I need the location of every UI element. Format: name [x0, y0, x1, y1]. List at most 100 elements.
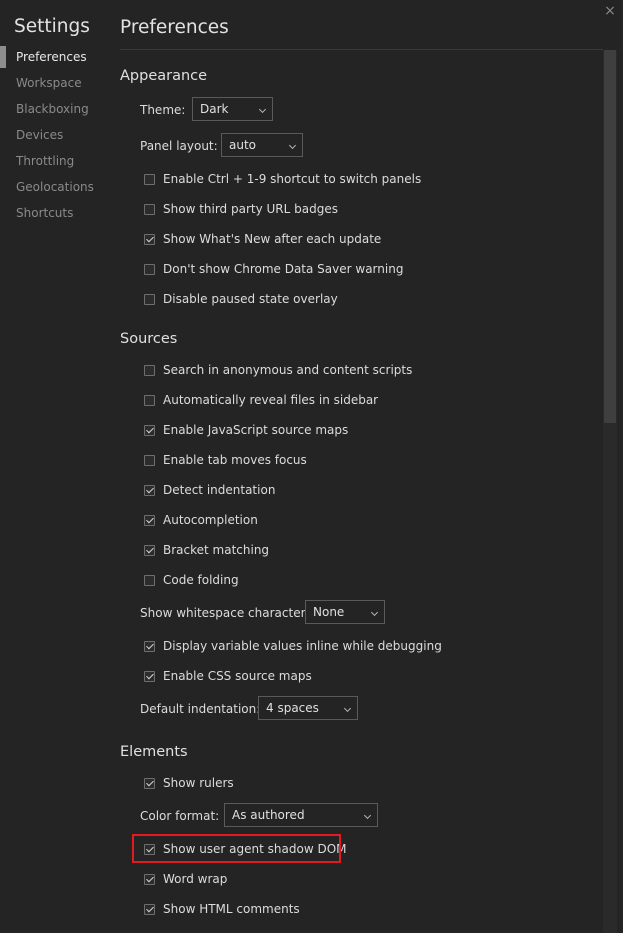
checkbox-show-rulers[interactable]: Show rulers: [144, 773, 234, 793]
sidebar-item-throttling[interactable]: Throttling: [0, 150, 110, 172]
checkbox-label: Show user agent shadow DOM: [163, 842, 347, 856]
checkbox-label: Show HTML comments: [163, 902, 300, 916]
checkbox-label: Bracket matching: [163, 543, 270, 557]
color-format-select-value: As authored: [232, 808, 305, 822]
checkbox-box[interactable]: [144, 173, 155, 185]
checkbox-bracket-matching[interactable]: Bracket matching: [144, 540, 269, 560]
theme-label: Theme:: [140, 103, 186, 117]
checkbox-box[interactable]: [144, 514, 155, 526]
panel-layout-select-value: auto: [229, 138, 257, 152]
whitespace-label: Show whitespace characters:: [140, 606, 316, 620]
checkbox-label: Disable paused state overlay: [163, 292, 338, 306]
checkbox-box[interactable]: [144, 424, 155, 436]
checkbox-box[interactable]: [144, 364, 155, 376]
checkbox-inline-values[interactable]: Display variable values inline while deb…: [144, 636, 442, 656]
checkbox-js-source-maps[interactable]: Enable JavaScript source maps: [144, 420, 348, 440]
checkbox-data-saver[interactable]: Don't show Chrome Data Saver warning: [144, 259, 403, 279]
chevron-down-icon: [343, 704, 352, 713]
whitespace-select-value: None: [313, 605, 345, 619]
checkbox-html-comments[interactable]: Show HTML comments: [144, 899, 300, 919]
checkbox-box[interactable]: [144, 233, 155, 245]
checkbox-label: Enable tab moves focus: [163, 453, 307, 467]
checkbox-detect-indentation[interactable]: Detect indentation: [144, 480, 275, 500]
section-title-elements: Elements: [120, 744, 188, 760]
checkbox-label: Word wrap: [163, 872, 228, 886]
sidebar-item-blackboxing[interactable]: Blackboxing: [0, 98, 110, 120]
checkbox-label: Code folding: [163, 573, 239, 587]
color-format-setting: Color format:: [140, 803, 219, 829]
checkbox-autocompletion[interactable]: Autocompletion: [144, 510, 258, 530]
sidebar-item-devices[interactable]: Devices: [0, 124, 110, 146]
panel-layout-label: Panel layout:: [140, 139, 218, 153]
checkbox-code-folding[interactable]: Code folding: [144, 570, 239, 590]
preferences-panel: Preferences Appearance Theme: Dark Panel…: [120, 0, 603, 933]
chevron-down-icon: [370, 608, 379, 617]
checkbox-user-agent-shadow-dom[interactable]: Show user agent shadow DOM: [144, 839, 347, 859]
checkbox-whats-new[interactable]: Show What's New after each update: [144, 229, 381, 249]
title-divider: [120, 49, 603, 50]
whitespace-select[interactable]: None: [305, 600, 385, 624]
checkbox-label: Enable JavaScript source maps: [163, 423, 349, 437]
chevron-down-icon: [258, 105, 267, 114]
checkbox-box[interactable]: [144, 293, 155, 305]
section-title-appearance: Appearance: [120, 68, 208, 84]
panel-layout-setting: Panel layout:: [140, 133, 218, 159]
checkbox-paused-overlay[interactable]: Disable paused state overlay: [144, 289, 338, 309]
page-title: Preferences: [120, 17, 229, 38]
checkbox-word-wrap[interactable]: Word wrap: [144, 869, 227, 889]
checkbox-box[interactable]: [144, 484, 155, 496]
sidebar-item-preferences[interactable]: Preferences: [0, 46, 110, 68]
sidebar-item-workspace[interactable]: Workspace: [0, 72, 110, 94]
checkbox-label: Search in anonymous and content scripts: [163, 363, 413, 377]
checkbox-label: Enable Ctrl + 1-9 shortcut to switch pan…: [163, 172, 422, 186]
checkbox-label: Autocompletion: [163, 513, 258, 527]
indentation-label: Default indentation:: [140, 702, 261, 716]
checkbox-box[interactable]: [144, 544, 155, 556]
scrollbar-thumb[interactable]: [604, 50, 616, 423]
checkbox-reveal-files[interactable]: Automatically reveal files in sidebar: [144, 390, 378, 410]
sidebar-item-shortcuts[interactable]: Shortcuts: [0, 202, 110, 224]
indentation-select-value: 4 spaces: [266, 701, 319, 715]
checkbox-tab-moves-focus[interactable]: Enable tab moves focus: [144, 450, 307, 470]
theme-select[interactable]: Dark: [192, 97, 273, 121]
checkbox-search-anonymous[interactable]: Search in anonymous and content scripts: [144, 360, 412, 380]
checkbox-box[interactable]: [144, 843, 155, 855]
checkbox-box[interactable]: [144, 670, 155, 682]
checkbox-label: Show rulers: [163, 776, 234, 790]
theme-setting: Theme:: [140, 97, 185, 123]
chevron-down-icon: [363, 811, 372, 820]
checkbox-box[interactable]: [144, 873, 155, 885]
color-format-select[interactable]: As authored: [224, 803, 378, 827]
checkbox-box[interactable]: [144, 263, 155, 275]
checkbox-box[interactable]: [144, 777, 155, 789]
close-icon[interactable]: ×: [604, 3, 616, 19]
checkbox-label: Show third party URL badges: [163, 202, 338, 216]
scrollbar-track[interactable]: [603, 50, 617, 933]
checkbox-label: Detect indentation: [163, 483, 276, 497]
checkbox-box[interactable]: [144, 203, 155, 215]
sidebar-item-geolocations[interactable]: Geolocations: [0, 176, 110, 198]
settings-sidebar: Settings Preferences Workspace Blackboxi…: [0, 0, 110, 933]
panel-layout-select[interactable]: auto: [221, 133, 303, 157]
indentation-setting: Default indentation:: [140, 696, 260, 722]
checkbox-label: Enable CSS source maps: [163, 669, 312, 683]
checkbox-ctrl-shortcut[interactable]: Enable Ctrl + 1-9 shortcut to switch pan…: [144, 169, 421, 189]
color-format-label: Color format:: [140, 809, 220, 823]
checkbox-label: Display variable values inline while deb…: [163, 639, 442, 653]
checkbox-third-party-badges[interactable]: Show third party URL badges: [144, 199, 338, 219]
checkbox-box[interactable]: [144, 640, 155, 652]
section-title-sources: Sources: [120, 331, 178, 347]
settings-title: Settings: [14, 16, 90, 37]
checkbox-label: Automatically reveal files in sidebar: [163, 393, 379, 407]
checkbox-box[interactable]: [144, 574, 155, 586]
checkbox-css-source-maps[interactable]: Enable CSS source maps: [144, 666, 312, 686]
checkbox-label: Show What's New after each update: [163, 232, 382, 246]
checkbox-label: Don't show Chrome Data Saver warning: [163, 262, 404, 276]
indentation-select[interactable]: 4 spaces: [258, 696, 358, 720]
checkbox-box[interactable]: [144, 454, 155, 466]
theme-select-value: Dark: [200, 102, 229, 116]
checkbox-box[interactable]: [144, 394, 155, 406]
chevron-down-icon: [288, 141, 297, 150]
checkbox-box[interactable]: [144, 903, 155, 915]
whitespace-setting: Show whitespace characters:: [140, 600, 316, 626]
